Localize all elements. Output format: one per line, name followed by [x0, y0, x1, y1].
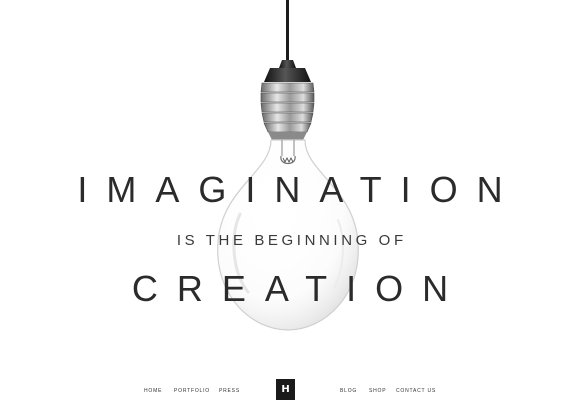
site-logo[interactable]: H — [276, 379, 295, 400]
hero-section: IMAGINATION IS THE BEGINNING OF CREATION — [0, 0, 580, 400]
headline-creation: CREATION — [131, 268, 468, 309]
nav-item-home[interactable]: HOME — [144, 388, 162, 394]
nav-item-shop[interactable]: SHOP — [369, 388, 386, 394]
nav-item-blog[interactable]: BLOG — [340, 388, 357, 394]
headline-imagination: IMAGINATION — [77, 169, 522, 210]
headline-subtitle: IS THE BEGINNING OF — [176, 232, 407, 249]
main-navigation: HOME PORTFOLIO PRESS H BLOG SHOP CONTACT… — [0, 374, 580, 400]
nav-item-portfolio[interactable]: PORTFOLIO — [174, 388, 210, 394]
nav-item-press[interactable]: PRESS — [219, 388, 240, 394]
nav-item-contact-us[interactable]: CONTACT US — [396, 388, 436, 394]
